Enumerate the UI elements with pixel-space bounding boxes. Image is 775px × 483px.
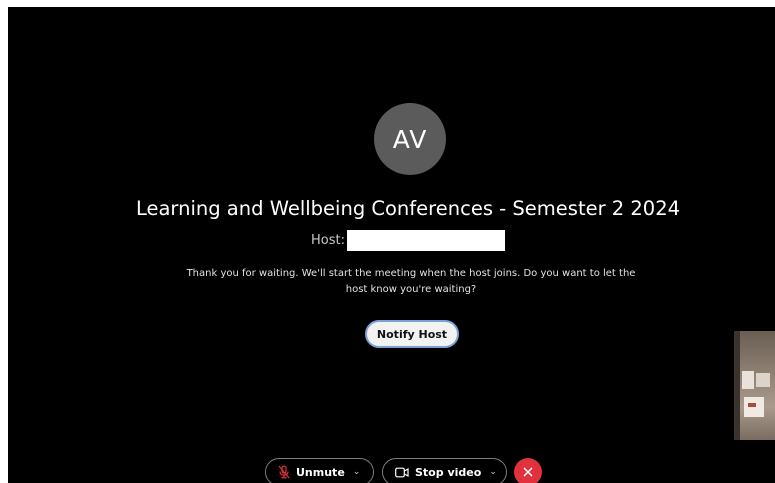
unmute-label: Unmute (296, 465, 345, 479)
waiting-message: Thank you for waiting. We'll start the m… (8, 266, 775, 298)
chevron-down-icon[interactable]: ⌄ (489, 467, 497, 477)
notify-host-label: Notify Host (376, 327, 448, 341)
self-view-shadow (734, 331, 740, 440)
host-avatar: AV (374, 103, 446, 175)
host-name-redacted (346, 230, 505, 251)
host-label: Host: (311, 233, 345, 248)
stop-video-button[interactable]: Stop video ⌄ (382, 458, 507, 483)
leave-meeting-button[interactable] (514, 458, 542, 483)
microphone-muted-icon (278, 465, 290, 479)
notify-host-button[interactable]: Notify Host (365, 320, 459, 348)
close-icon (523, 467, 533, 477)
chevron-down-icon[interactable]: ⌄ (353, 467, 361, 477)
waiting-message-text: Thank you for waiting. We'll start the m… (186, 268, 636, 295)
video-camera-icon (395, 467, 409, 478)
meeting-lobby-screen: AV Learning and Wellbeing Conferences - … (8, 7, 775, 483)
self-video-preview[interactable] (734, 331, 775, 440)
meeting-controls: Unmute ⌄ Stop video ⌄ (265, 457, 542, 483)
host-row: Host: (311, 230, 505, 251)
self-view-poster (756, 373, 770, 387)
self-view-poster (742, 371, 754, 389)
avatar-initials: AV (392, 124, 428, 154)
self-view-detail (748, 403, 756, 407)
stop-video-label: Stop video (415, 465, 482, 479)
unmute-button[interactable]: Unmute ⌄ (265, 458, 374, 483)
meeting-title: Learning and Wellbeing Conferences - Sem… (135, 197, 681, 220)
self-view-poster (744, 397, 764, 417)
